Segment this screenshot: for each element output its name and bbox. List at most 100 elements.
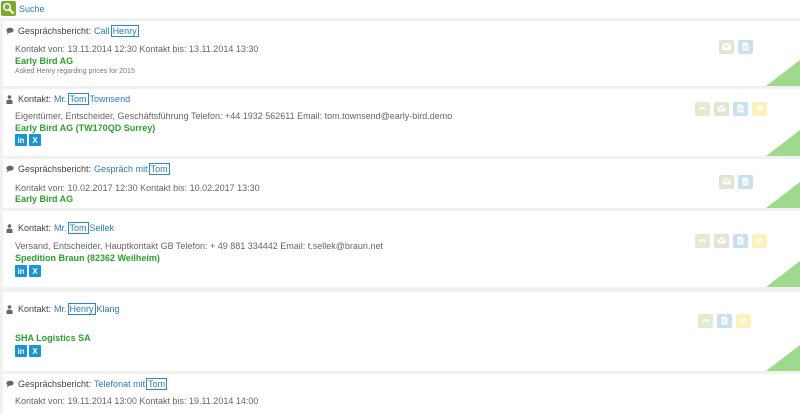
star-icon (756, 104, 764, 114)
card-actions (719, 175, 753, 189)
company-link[interactable]: Early Bird AG (15, 194, 73, 204)
search-link[interactable]: Suche (19, 4, 45, 14)
search-match-highlight[interactable]: Tom (67, 93, 89, 105)
card-title-link[interactable]: Telefonat mit (94, 379, 145, 389)
card-title: Gesprächsbericht: Gespräch mit Tom (6, 163, 171, 175)
document-icon (737, 104, 744, 115)
envelope-icon (717, 104, 726, 114)
phone-icon (698, 104, 707, 114)
person-icon (6, 223, 14, 233)
result-card-contact: Kontakt: Mr. Tom Townsend Eigentümer, En… (3, 89, 800, 156)
email-button[interactable] (719, 175, 734, 189)
search-match-highlight[interactable]: Tom (146, 378, 168, 390)
card-type-label: Kontakt: (18, 94, 52, 104)
card-note: Asked Henry regarding prices for 2015 (15, 68, 135, 75)
email-button[interactable] (714, 102, 729, 116)
result-card-contact: Kontakt: Mr. Henry Klang SHA Logistics S… (3, 292, 800, 371)
card-title-link-rest[interactable]: Klang (97, 304, 120, 314)
card-meta: Versand, Entscheider, Hauptkontakt GB Te… (15, 241, 383, 251)
favorite-button[interactable] (752, 234, 767, 248)
company-link[interactable]: Early Bird AG (TW170QD Surrey) (15, 123, 155, 133)
xing-icon[interactable]: X (29, 345, 41, 357)
card-meta: Kontakt von: 13.11.2014 12:30 Kontakt bi… (15, 44, 259, 54)
card-type-label: Gesprächsbericht: (18, 26, 92, 36)
call-button[interactable] (695, 102, 710, 116)
person-icon (6, 304, 14, 314)
card-title-link[interactable]: Call (94, 26, 110, 36)
social-links: in X (15, 345, 41, 357)
document-button[interactable] (738, 40, 753, 54)
star-icon (740, 316, 748, 326)
company-link[interactable]: SHA Logistics SA (15, 333, 91, 343)
speech-bubble-icon (6, 165, 14, 174)
card-actions (695, 102, 767, 116)
card-type-label: Gesprächsbericht: (18, 164, 92, 174)
linkedin-icon[interactable]: in (15, 345, 27, 357)
social-links: in X (15, 265, 41, 277)
search-match-highlight[interactable]: Tom (148, 163, 170, 175)
document-button[interactable] (717, 314, 732, 328)
card-title: Gesprächsbericht: Telefonat mit Tom (6, 378, 168, 390)
search-icon[interactable] (1, 1, 16, 16)
document-icon (737, 236, 744, 247)
xing-icon[interactable]: X (29, 265, 41, 277)
speech-bubble-icon (6, 380, 14, 389)
search-bar: Suche (0, 0, 800, 18)
document-button[interactable] (733, 102, 748, 116)
card-title-link[interactable]: Mr. (54, 304, 67, 314)
envelope-icon (722, 42, 731, 52)
card-corner-marker (766, 60, 800, 86)
card-type-label: Gesprächsbericht: (18, 379, 92, 389)
favorite-button[interactable] (752, 102, 767, 116)
envelope-icon (722, 177, 731, 187)
card-actions (695, 234, 767, 248)
card-title-link[interactable]: Mr. (54, 94, 67, 104)
card-corner-marker (766, 345, 800, 371)
call-button[interactable] (695, 234, 710, 248)
card-corner-marker (766, 182, 800, 208)
search-match-highlight[interactable]: Henry (67, 303, 96, 315)
call-button[interactable] (698, 314, 713, 328)
document-button[interactable] (733, 234, 748, 248)
search-match-highlight[interactable]: Tom (67, 222, 89, 234)
result-card-report: Gesprächsbericht: Call Henry Kontakt von… (3, 21, 800, 86)
card-corner-marker (766, 130, 800, 156)
card-type-label: Kontakt: (18, 304, 52, 314)
email-button[interactable] (719, 40, 734, 54)
phone-icon (698, 236, 707, 246)
person-icon (6, 94, 14, 104)
card-meta: Eigentümer, Entscheider, Geschäftsführun… (15, 111, 453, 121)
card-title-link-rest[interactable]: Townsend (90, 94, 131, 104)
search-match-highlight[interactable]: Henry (110, 25, 139, 37)
card-type-label: Kontakt: (18, 223, 52, 233)
result-card-report: Gesprächsbericht: Telefonat mit Tom Kont… (3, 374, 800, 415)
document-button[interactable] (738, 175, 753, 189)
speech-bubble-icon (6, 27, 14, 36)
result-card-report: Gesprächsbericht: Gespräch mit Tom Konta… (3, 159, 800, 208)
card-title-link[interactable]: Gespräch mit (94, 164, 148, 174)
card-title-link-rest[interactable]: Sellek (90, 223, 115, 233)
star-icon (756, 236, 764, 246)
document-icon (721, 316, 728, 327)
favorite-button[interactable] (736, 314, 751, 328)
card-actions (698, 314, 751, 328)
email-button[interactable] (714, 234, 729, 248)
card-title: Gesprächsbericht: Call Henry (6, 25, 140, 37)
social-links: in X (15, 134, 41, 146)
linkedin-icon[interactable]: in (15, 134, 27, 146)
phone-icon (701, 316, 710, 326)
document-icon (742, 177, 749, 188)
linkedin-icon[interactable]: in (15, 265, 27, 277)
card-title-link[interactable]: Mr. (54, 223, 67, 233)
card-meta: Kontakt von: 19.11.2014 13:00 Kontakt bi… (15, 396, 259, 406)
document-icon (742, 42, 749, 53)
company-link[interactable]: Early Bird AG (15, 56, 73, 66)
card-actions (719, 40, 753, 54)
card-title: Kontakt: Mr. Tom Sellek (6, 222, 114, 234)
card-title: Kontakt: Mr. Henry Klang (6, 303, 120, 315)
result-card-contact: Kontakt: Mr. Tom Sellek Versand, Entsche… (3, 211, 800, 287)
card-corner-marker (766, 261, 800, 287)
company-link[interactable]: Spedition Braun (82362 Weilheim) (15, 253, 160, 263)
card-meta: Kontakt von: 10.02.2017 12:30 Kontakt bi… (15, 183, 260, 193)
xing-icon[interactable]: X (29, 134, 41, 146)
